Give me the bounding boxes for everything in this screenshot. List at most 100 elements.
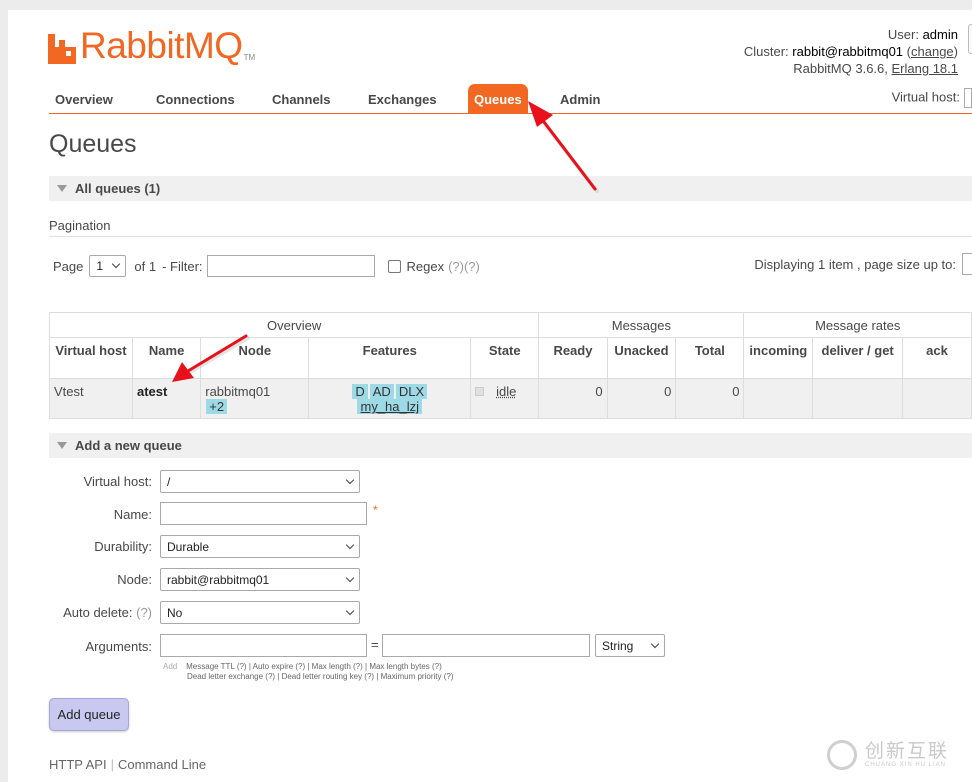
cell-node: rabbitmq01 +2 [200, 378, 310, 419]
cell-ready: 0 [538, 378, 608, 419]
state-indicator-icon [475, 387, 485, 396]
argument-type-value: String [602, 638, 634, 653]
feature-dlx-tag: DLX [395, 384, 428, 399]
column-header-total[interactable]: Total [675, 337, 745, 379]
add-queue-button[interactable]: Add queue [49, 698, 129, 731]
argument-key-input[interactable] [160, 634, 367, 657]
node-field-label: Node: [117, 572, 152, 587]
tab-connections[interactable]: Connections [150, 84, 241, 113]
add-argument-link[interactable]: Add [163, 662, 177, 671]
name-field-label: Name: [113, 507, 152, 522]
cell-virtual-host: Vtest [49, 378, 133, 419]
regex-help-link[interactable]: (?)(?) [448, 259, 480, 274]
argument-type-select[interactable]: String [595, 634, 665, 657]
auto-delete-select[interactable]: No [160, 601, 360, 624]
group-header-message-rates: Message rates [743, 312, 972, 338]
tab-overview[interactable]: Overview [49, 84, 119, 113]
cell-incoming [743, 378, 814, 419]
virtual-host-select[interactable] [964, 88, 972, 108]
durability-value: Durable [167, 539, 210, 554]
page-size-input[interactable] [962, 253, 972, 275]
add-queue-header[interactable]: Add a new queue [49, 432, 972, 458]
cell-state: idle [470, 378, 540, 419]
column-header-deliver-get[interactable]: deliver / get [812, 337, 904, 379]
chevron-down-icon [345, 573, 355, 582]
policy-tag-link[interactable]: my_ha_lzj [357, 399, 423, 414]
required-asterisk: * [373, 503, 378, 517]
column-header-ready[interactable]: Ready [538, 337, 608, 379]
filter-input[interactable] [206, 255, 375, 277]
column-header-unacked[interactable]: Unacked [606, 337, 677, 379]
form-row-auto-delete: Auto delete: (?) [8, 601, 152, 625]
argument-value-input[interactable] [382, 634, 590, 657]
change-cluster-link[interactable]: change [911, 44, 954, 59]
arguments-field-label: Arguments: [85, 639, 152, 654]
durability-field-label: Durability: [94, 539, 152, 554]
displaying-text: Displaying 1 item , page size up to: [754, 257, 956, 272]
page-select[interactable]: 1 [89, 255, 127, 277]
virtual-host-field-select[interactable]: / [160, 470, 360, 493]
form-row-node: Node: [8, 568, 152, 592]
auto-delete-help-link[interactable]: (?) [136, 605, 152, 620]
column-header-incoming[interactable]: incoming [743, 337, 814, 379]
form-row-arguments: Arguments: [8, 635, 152, 659]
node-select[interactable]: rabbit@rabbitmq01 [160, 568, 360, 591]
chevron-down-icon [650, 639, 660, 648]
page-label: Page [53, 258, 84, 274]
form-row-name: Name: [8, 503, 152, 527]
cluster-label: Cluster: [743, 44, 789, 59]
user-label: User: [887, 27, 919, 42]
column-header-name[interactable]: Name [131, 337, 202, 379]
argument-help-line-2[interactable]: Dead letter exchange (?) | Dead letter r… [187, 672, 453, 681]
tab-admin[interactable]: Admin [554, 84, 606, 113]
cluster-name: rabbit@rabbitmq01 [792, 44, 904, 59]
erlang-version-link[interactable]: Erlang 18.1 [892, 61, 959, 76]
logo-text: RabbitMQ [80, 25, 243, 66]
tab-exchanges[interactable]: Exchanges [362, 84, 443, 113]
tab-queues[interactable]: Queues [468, 84, 528, 113]
node-value: rabbit@rabbitmq01 [167, 572, 270, 587]
page-title: Queues [49, 130, 137, 158]
queue-name-input[interactable] [160, 502, 367, 525]
all-queues-header[interactable]: All queues (1) [49, 175, 972, 201]
durability-select[interactable]: Durable [160, 535, 360, 558]
state-text: idle [496, 384, 517, 399]
collapse-triangle-icon [57, 185, 67, 192]
column-header-ack[interactable]: ack [902, 337, 972, 379]
rabbitmq-management-page: RabbitMQ TM User: admin Cluster: rabbit@… [8, 10, 972, 782]
logout-button-edge[interactable] [968, 24, 972, 54]
watermark-subtext: CHUANG XIN HU LIAN [865, 762, 947, 768]
column-header-state[interactable]: State [470, 337, 540, 379]
version-text: RabbitMQ 3.6.6, [793, 61, 888, 76]
column-header-node[interactable]: Node [200, 337, 310, 379]
chevron-down-icon [345, 606, 355, 615]
form-row-virtual-host: Virtual host: [8, 470, 152, 494]
argument-help-links: Add Message TTL (?) | Auto expire (?) | … [163, 662, 453, 682]
column-header-virtual-host[interactable]: Virtual host [49, 337, 133, 379]
main-tabs: Overview Connections Channels Exchanges … [49, 84, 972, 114]
add-queue-title: Add a new queue [75, 438, 182, 453]
virtual-host-selector: Virtual host: [892, 88, 972, 108]
watermark-logo-icon [827, 740, 857, 770]
group-header-overview: Overview [48, 312, 540, 338]
auto-delete-field-label: Auto delete: (?) [63, 605, 152, 620]
table-row[interactable]: Vtest atest rabbitmq01 +2 D AD DLX my_ha_lz… [49, 378, 972, 419]
feature-auto-delete-tag: AD [369, 384, 394, 399]
collapse-triangle-icon [57, 442, 67, 449]
auto-delete-label-text: Auto delete: [63, 605, 133, 620]
regex-checkbox[interactable] [387, 259, 401, 273]
divider [49, 236, 972, 237]
chevron-down-icon [345, 540, 355, 549]
user-name: admin [922, 27, 958, 42]
login-info: User: admin Cluster: rabbit@rabbitmq01 (… [743, 27, 959, 76]
command-line-link[interactable]: Command Line [118, 757, 206, 772]
virtual-host-label: Virtual host: [891, 89, 960, 105]
tab-channels[interactable]: Channels [266, 84, 337, 113]
footer-separator: | [110, 757, 114, 772]
node-mirrors-tag: +2 [206, 399, 228, 414]
virtual-host-field-value: / [167, 474, 171, 489]
argument-help-line-1[interactable]: Message TTL (?) | Auto expire (?) | Max … [186, 662, 442, 671]
rabbitmq-logo[interactable]: RabbitMQ TM [48, 25, 255, 66]
http-api-link[interactable]: HTTP API [49, 757, 107, 772]
queue-name-link[interactable]: atest [131, 378, 202, 419]
